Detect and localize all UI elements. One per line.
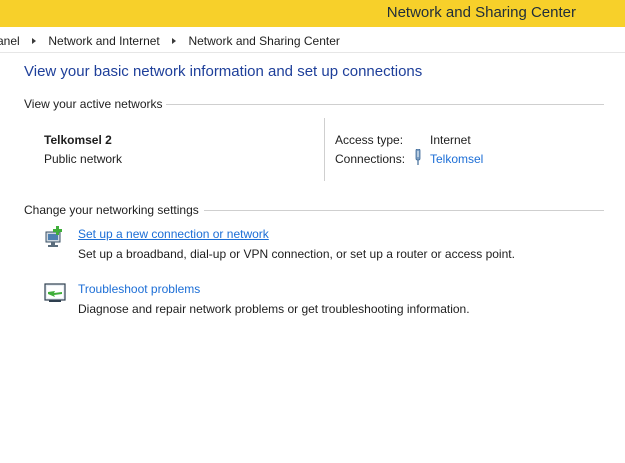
troubleshoot-problems-link[interactable]: Troubleshoot problems xyxy=(78,282,200,296)
breadcrumb-item-network-and-internet[interactable]: Network and Internet xyxy=(48,34,159,48)
address-bar[interactable]: anel Network and Internet Network and Sh… xyxy=(0,28,625,53)
breadcrumb: anel Network and Internet Network and Sh… xyxy=(0,33,340,48)
setup-connection-link[interactable]: Set up a new connection or network xyxy=(78,227,269,241)
active-networks-label: View your active networks xyxy=(24,97,163,111)
troubleshoot-problems-description: Diagnose and repair network problems or … xyxy=(78,302,470,316)
networking-settings-label: Change your networking settings xyxy=(24,203,199,217)
setup-connection-description: Set up a broadband, dial-up or VPN conne… xyxy=(78,247,515,261)
network-category-link[interactable]: Public network xyxy=(44,152,122,166)
new-connection-icon[interactable] xyxy=(43,225,67,249)
window-titlebar: Network and Sharing Center xyxy=(0,0,625,27)
access-type-value: Internet xyxy=(430,133,471,147)
breadcrumb-item-network-and-sharing-center[interactable]: Network and Sharing Center xyxy=(188,34,339,48)
breadcrumb-item-control-panel[interactable]: anel xyxy=(0,34,20,48)
breadcrumb-separator-icon[interactable] xyxy=(32,37,37,44)
connection-telkomsel-link[interactable]: Telkomsel xyxy=(430,152,483,166)
breadcrumb-separator-icon[interactable] xyxy=(172,37,177,44)
connections-label: Connections: xyxy=(335,152,406,166)
page-title: View your basic network information and … xyxy=(24,63,423,80)
section-divider xyxy=(204,210,604,211)
window-title: Network and Sharing Center xyxy=(386,4,576,21)
main-content: View your basic network information and … xyxy=(0,53,625,463)
section-divider xyxy=(166,104,604,105)
access-type-label: Access type: xyxy=(335,133,404,147)
vertical-divider xyxy=(324,118,325,181)
troubleshoot-icon[interactable] xyxy=(43,281,67,305)
network-name: Telkomsel 2 xyxy=(44,133,112,147)
cellular-connection-icon xyxy=(415,149,421,165)
